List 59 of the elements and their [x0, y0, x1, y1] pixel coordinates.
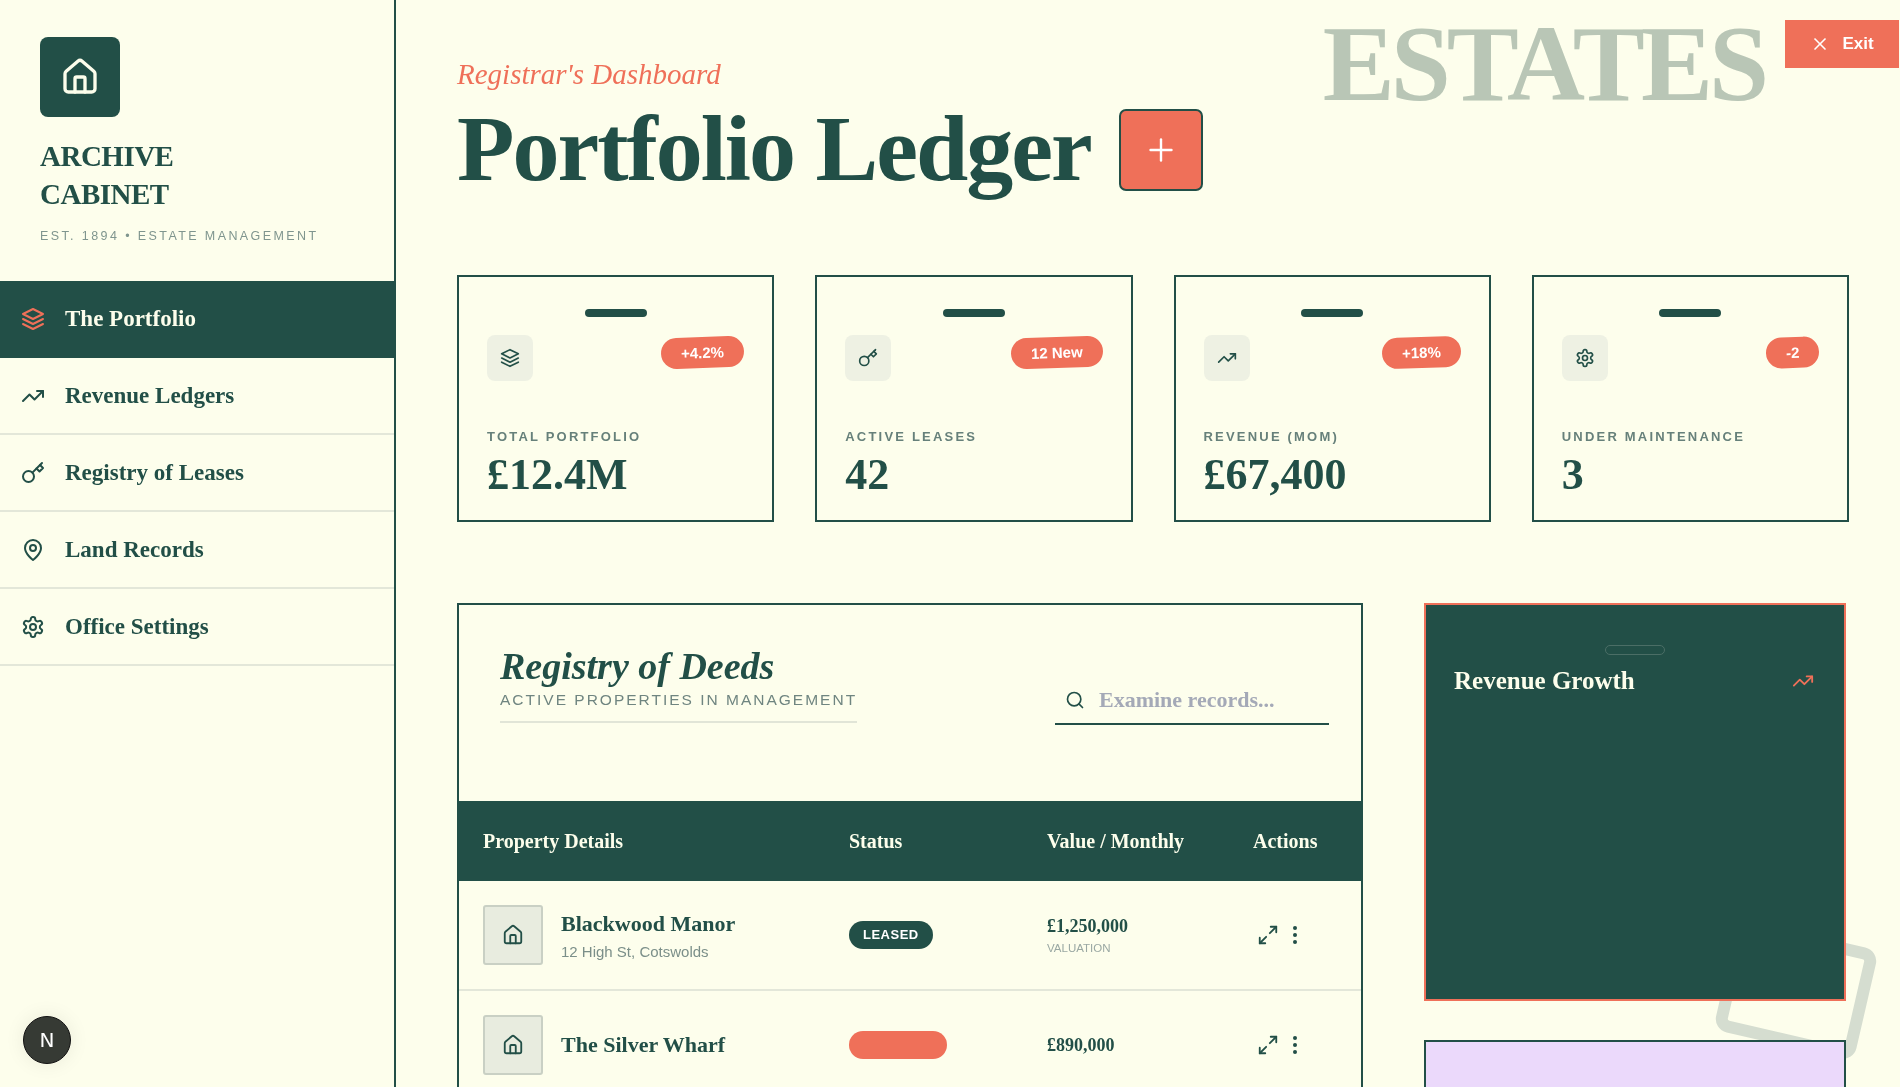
stat-label: ACTIVE LEASES [845, 429, 979, 444]
sidebar-nav-item[interactable]: Revenue Ledgers [0, 358, 394, 435]
sidebar-nav-item[interactable]: Office Settings [0, 589, 394, 666]
card-handle [1301, 309, 1364, 317]
stat-label: REVENUE (MOM) [1203, 429, 1340, 444]
brand-name: ARCHIVE CABINET [40, 139, 175, 212]
column-header: Actions [1253, 829, 1318, 853]
column-header: Property Details [483, 829, 624, 853]
more-options-icon[interactable] [1293, 1036, 1297, 1054]
property-value: £1,250,000 [1047, 916, 1128, 937]
property-name[interactable]: Blackwood Manor [561, 910, 736, 937]
add-button[interactable] [1118, 109, 1203, 191]
more-options-icon[interactable] [1293, 926, 1297, 944]
key-icon [858, 348, 879, 368]
property-value: £890,000 [1047, 1034, 1115, 1056]
stat-value: 42 [845, 450, 891, 500]
house-icon [502, 1034, 524, 1056]
search-bar[interactable]: Examine records... [1055, 687, 1329, 725]
page-eyebrow: Registrar's Dashboard [457, 57, 722, 92]
map-pin-icon [21, 537, 45, 562]
layers-icon [500, 348, 520, 368]
search-icon [1065, 690, 1085, 710]
change-badge: 12 New [1010, 335, 1103, 370]
change-badge: -2 [1765, 336, 1820, 369]
background-word: ESTATES [1322, 10, 1765, 118]
settings-icon [1574, 348, 1595, 368]
change-badge: +4.2% [660, 335, 745, 370]
search-input[interactable]: Examine records... [1099, 687, 1319, 713]
brand-tagline: EST. 1894 • ESTATE MANAGEMENT [40, 229, 320, 243]
property-name[interactable]: The Silver Wharf [561, 1032, 726, 1058]
section-subtitle: ACTIVE PROPERTIES IN MANAGEMENT [500, 691, 858, 723]
key-icon [21, 460, 45, 485]
value-caption: VALUATION [1047, 942, 1112, 954]
sidebar-nav-item[interactable]: Registry of Leases [0, 435, 394, 512]
page-title: Portfolio Ledger [457, 96, 1091, 200]
sidebar-nav-item[interactable]: Land Records [0, 512, 394, 589]
property-address: 12 High St, Cotswolds [561, 942, 710, 960]
expand-icon[interactable] [1257, 1034, 1279, 1056]
stat-value: £67,400 [1203, 450, 1348, 500]
expand-icon[interactable] [1257, 924, 1279, 946]
house-icon [60, 57, 100, 97]
sidebar-nav-item[interactable]: The Portfolio [0, 281, 394, 358]
card-handle [1659, 309, 1722, 317]
stat-label: TOTAL PORTFOLIO [487, 429, 643, 444]
card-handle [584, 309, 647, 317]
panel-title: Revenue Growth [1454, 667, 1635, 695]
settings-icon [21, 614, 45, 639]
change-badge: +18% [1381, 335, 1462, 370]
house-icon [502, 924, 524, 946]
card-handle [942, 309, 1005, 317]
stat-value: £12.4M [487, 450, 629, 500]
section-title: Registry of Deeds [500, 644, 776, 689]
column-header: Status [849, 829, 903, 853]
stat-value: 3 [1561, 450, 1585, 500]
dev-tools-button[interactable]: N [23, 1016, 71, 1064]
layers-icon [21, 306, 45, 331]
status-badge: LEASED [849, 921, 933, 949]
stat-label: UNDER MAINTENANCE [1561, 429, 1747, 444]
column-header: Value / Monthly [1047, 829, 1185, 853]
